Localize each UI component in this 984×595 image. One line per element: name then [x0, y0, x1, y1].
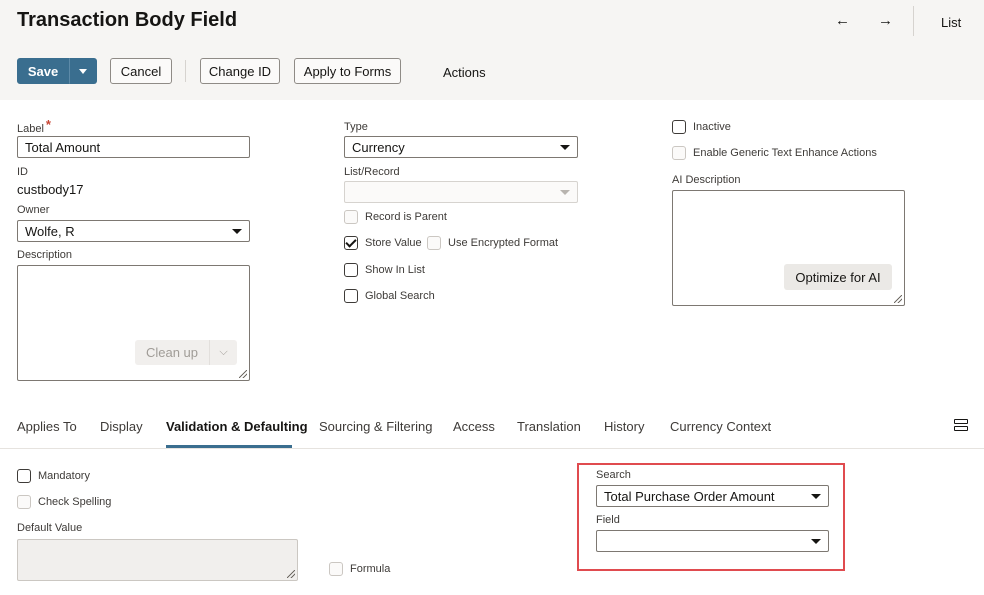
chevron-down-icon: ⌵	[219, 346, 228, 358]
global-search-label: Global Search	[365, 290, 435, 302]
main-form: Label * Total Amount ID custbody17 Owner …	[0, 100, 984, 407]
field-select[interactable]	[596, 530, 829, 552]
tabs-view-toggle-icon[interactable]	[954, 419, 968, 433]
cancel-button[interactable]: Cancel	[110, 58, 172, 84]
dropdown-arrow-icon	[560, 190, 570, 195]
forward-arrow-icon[interactable]: →	[878, 12, 893, 29]
mandatory-label: Mandatory	[38, 470, 90, 482]
active-tab-indicator	[166, 445, 292, 448]
type-value: Currency	[352, 140, 405, 155]
optimize-for-ai-button[interactable]: Optimize for AI	[784, 264, 892, 290]
id-value: custbody17	[17, 182, 84, 197]
formula-checkbox	[329, 562, 343, 576]
use-encrypted-checkbox	[427, 236, 441, 250]
inactive-checkbox[interactable]	[672, 120, 686, 134]
required-marker: *	[45, 117, 51, 132]
save-button[interactable]: Save	[17, 58, 69, 84]
check-spelling-label: Check Spelling	[38, 496, 112, 508]
list-record-select	[344, 181, 578, 203]
tab-validation-defaulting[interactable]: Validation & Defaulting	[166, 419, 308, 434]
page-header: Transaction Body Field ← → List Save Can…	[0, 0, 984, 100]
clean-up-button[interactable]: Clean up	[135, 340, 209, 365]
nav-divider	[913, 6, 914, 36]
tab-sourcing-filtering[interactable]: Sourcing & Filtering	[319, 419, 432, 434]
dropdown-arrow-icon	[811, 539, 821, 544]
use-encrypted-label: Use Encrypted Format	[448, 237, 559, 249]
list-link[interactable]: List	[941, 15, 961, 30]
search-label: Search	[596, 469, 631, 481]
label-field-label: Label *	[17, 117, 51, 135]
tab-translation[interactable]: Translation	[517, 419, 581, 434]
search-value: Total Purchase Order Amount	[604, 489, 775, 504]
check-spelling-row: Check Spelling	[17, 495, 111, 509]
formula-label: Formula	[350, 563, 391, 575]
inactive-row: Inactive	[672, 120, 731, 134]
owner-value: Wolfe, R	[25, 224, 75, 239]
use-encrypted-row: Use Encrypted Format	[427, 236, 558, 250]
resize-grip-icon[interactable]	[239, 370, 247, 378]
store-value-label: Store Value	[365, 237, 422, 249]
resize-grip-icon	[287, 570, 295, 578]
global-search-checkbox[interactable]	[344, 289, 358, 303]
formula-row: Formula	[329, 562, 390, 576]
id-label: ID	[17, 166, 28, 178]
dropdown-arrow-icon	[232, 229, 242, 234]
mandatory-checkbox[interactable]	[17, 469, 31, 483]
global-search-row: Global Search	[344, 289, 435, 303]
tab-display[interactable]: Display	[100, 419, 143, 434]
clean-up-menu-button[interactable]: ⌵	[209, 340, 237, 365]
search-select[interactable]: Total Purchase Order Amount	[596, 485, 829, 507]
default-value-label: Default Value	[17, 522, 83, 534]
label-input[interactable]: Total Amount	[17, 136, 250, 158]
owner-select[interactable]: Wolfe, R	[17, 220, 250, 242]
actions-menu[interactable]: Actions	[443, 65, 486, 80]
clean-up-split-button: Clean up ⌵	[135, 340, 237, 365]
store-value-checkbox[interactable]	[344, 236, 358, 250]
resize-grip-icon[interactable]	[894, 295, 902, 303]
enable-generic-checkbox	[672, 146, 686, 160]
type-select[interactable]: Currency	[344, 136, 578, 158]
type-label: Type	[344, 121, 368, 133]
owner-label: Owner	[17, 204, 50, 216]
tab-history[interactable]: History	[604, 419, 644, 434]
tab-access[interactable]: Access	[453, 419, 495, 434]
apply-to-forms-button[interactable]: Apply to Forms	[294, 58, 401, 84]
record-is-parent-row: Record is Parent	[344, 210, 447, 224]
tab-currency-context[interactable]: Currency Context	[670, 419, 771, 434]
mandatory-row: Mandatory	[17, 469, 90, 483]
field-label: Field	[596, 514, 620, 526]
check-spelling-checkbox	[17, 495, 31, 509]
toolbar-divider	[185, 60, 186, 82]
chevron-down-icon	[79, 68, 87, 74]
change-id-button[interactable]: Change ID	[200, 58, 280, 84]
back-arrow-icon[interactable]: ←	[835, 12, 850, 29]
enable-generic-row: Enable Generic Text Enhance Actions	[672, 146, 877, 160]
inactive-label: Inactive	[693, 121, 731, 133]
validation-defaulting-panel: Mandatory Check Spelling Default Value F…	[0, 449, 984, 595]
subtabs-bar: Applies To Display Validation & Defaulti…	[0, 407, 984, 449]
record-is-parent-checkbox	[344, 210, 358, 224]
description-label: Description	[17, 249, 73, 261]
store-value-row: Store Value	[344, 236, 422, 250]
dropdown-arrow-icon	[560, 145, 570, 150]
enable-generic-label: Enable Generic Text Enhance Actions	[693, 147, 877, 159]
save-menu-button[interactable]	[69, 58, 97, 84]
default-value-textarea	[17, 539, 298, 581]
tab-applies-to[interactable]: Applies To	[17, 419, 77, 434]
show-in-list-checkbox[interactable]	[344, 263, 358, 277]
list-record-label: List/Record	[344, 166, 400, 178]
show-in-list-label: Show In List	[365, 264, 425, 276]
dropdown-arrow-icon	[811, 494, 821, 499]
record-is-parent-label: Record is Parent	[365, 211, 447, 223]
page-title: Transaction Body Field	[17, 9, 238, 31]
show-in-list-row: Show In List	[344, 263, 425, 277]
ai-description-label: AI Description	[672, 174, 741, 186]
